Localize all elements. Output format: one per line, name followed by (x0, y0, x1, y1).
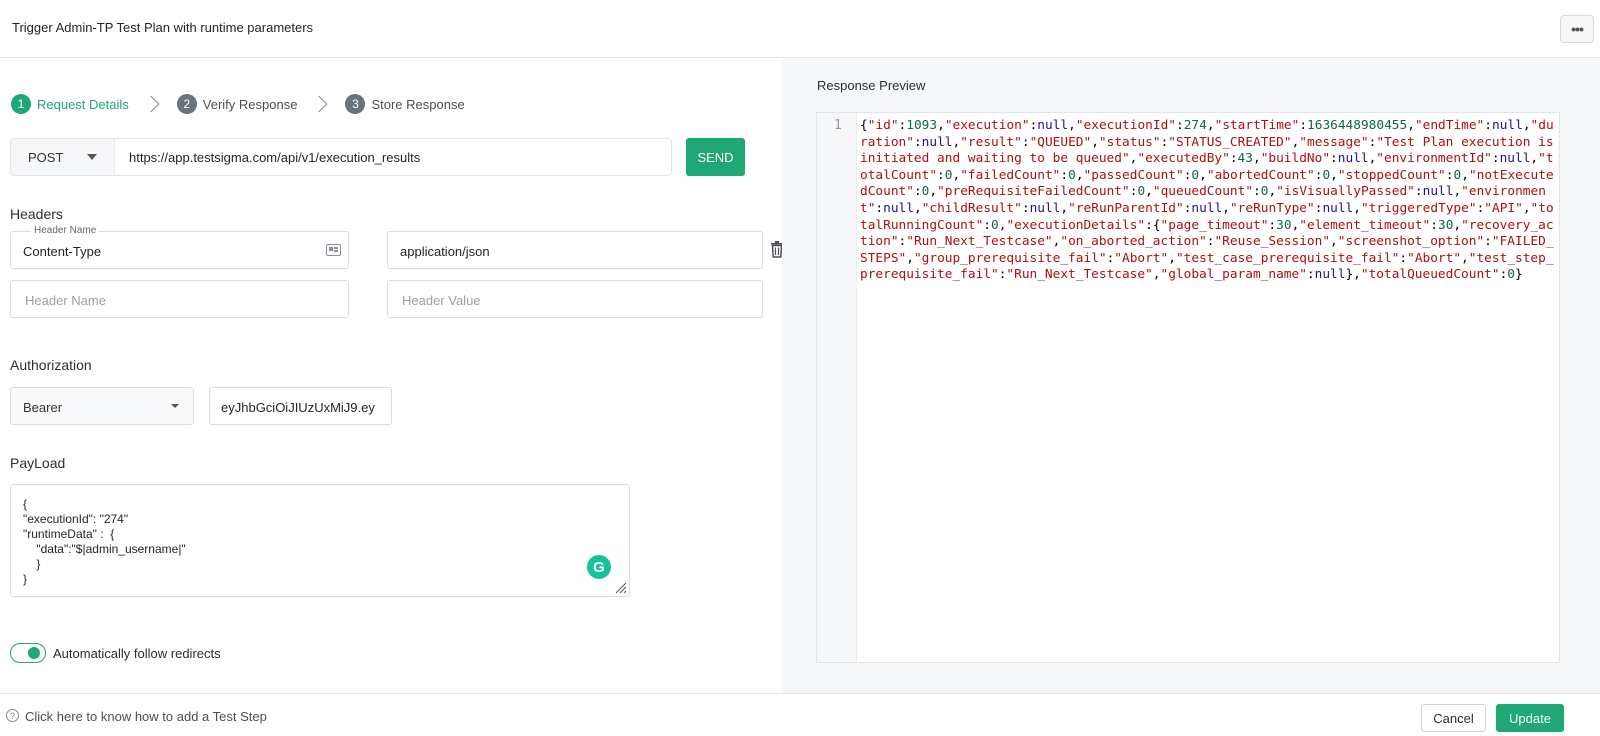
method-select[interactable]: POST (11, 139, 115, 175)
request-url-bar: POST https://app.testsigma.com/api/v1/ex… (10, 138, 672, 176)
resize-handle-icon[interactable] (615, 582, 627, 594)
stepper: 1 Request Details 2 Verify Response 3 St… (11, 92, 465, 116)
auth-token-input[interactable]: eyJhbGciOiJIUzUxMiJ9.ey (209, 387, 392, 425)
chevron-right-icon (142, 95, 160, 113)
chevron-right-icon (310, 95, 328, 113)
auth-type-value: Bearer (23, 400, 63, 415)
payload-line: "executionId": "274" (23, 512, 129, 526)
follow-redirects-label: Automatically follow redirects (53, 646, 221, 661)
payload-line: } (23, 557, 41, 571)
header-name-placeholder: Header Name (25, 293, 106, 308)
update-button[interactable]: Update (1496, 704, 1564, 732)
payload-line: } (23, 572, 28, 586)
step-number: 3 (345, 94, 366, 114)
help-icon[interactable]: ? (6, 709, 19, 722)
step-label: Verify Response (202, 96, 298, 112)
payload-line: { (23, 497, 28, 511)
method-value: POST (28, 150, 64, 165)
dialog-header: Trigger Admin-TP Test Plan with runtime … (0, 0, 1600, 58)
variable-card-icon[interactable] (326, 244, 341, 256)
ellipsis-icon: ••• (1571, 21, 1584, 37)
send-button[interactable]: SEND (686, 138, 745, 176)
response-body: {"id":1093,"execution":null,"executionId… (860, 118, 1562, 283)
auth-type-select[interactable]: Bearer (10, 387, 194, 425)
line-number-gutter: 1 (817, 113, 857, 662)
payload-line: "runtimeData" : { (23, 527, 115, 541)
response-code-editor[interactable]: 1 {"id":1093,"execution":null,"execution… (816, 112, 1560, 663)
header-name-field[interactable]: Header Name Content-Type (10, 225, 349, 269)
auth-token-value: eyJhbGciOiJIUzUxMiJ9.ey (221, 400, 375, 415)
new-header-name-input[interactable]: Header Name (10, 280, 349, 318)
header-value-placeholder: Header Value (402, 293, 481, 308)
line-number: 1 (834, 118, 842, 133)
step-label: Store Response (371, 96, 465, 112)
header-name-floating-label: Header Name (31, 225, 100, 236)
dialog-footer: ? Click here to know how to add a Test S… (0, 693, 1600, 736)
payload-textarea[interactable]: { "executionId": "274" "runtimeData" : {… (10, 484, 630, 597)
header-name-value: Content-Type (23, 244, 102, 259)
response-preview-title: Response Preview (817, 78, 926, 93)
url-input[interactable]: https://app.testsigma.com/api/v1/executi… (129, 150, 420, 165)
step-request-details[interactable]: 1 Request Details (11, 94, 129, 114)
step-number: 1 (11, 94, 31, 114)
payload-line: "data":"$|admin_username|" (23, 542, 186, 556)
header-value-field[interactable]: application/json (387, 231, 763, 269)
authorization-title: Authorization (10, 357, 92, 373)
caret-down-icon (87, 154, 97, 160)
more-options-button[interactable]: ••• (1560, 15, 1594, 43)
headers-title: Headers (10, 206, 63, 222)
help-link[interactable]: Click here to know how to add a Test Ste… (25, 709, 267, 724)
header-value-value: application/json (400, 244, 490, 259)
step-number: 2 (176, 94, 197, 114)
toggle-knob (28, 647, 40, 659)
cancel-button[interactable]: Cancel (1421, 704, 1486, 732)
caret-down-icon (171, 404, 179, 408)
new-header-value-input[interactable]: Header Value (387, 280, 763, 318)
payload-title: PayLoad (10, 455, 66, 471)
follow-redirects-toggle[interactable] (10, 643, 46, 663)
dialog-title: Trigger Admin-TP Test Plan with runtime … (12, 20, 314, 35)
step-verify-response[interactable]: 2 Verify Response (176, 94, 298, 114)
step-label: Request Details (37, 96, 129, 112)
step-store-response[interactable]: 3 Store Response (345, 94, 465, 114)
grammarly-icon[interactable]: G (587, 555, 611, 579)
